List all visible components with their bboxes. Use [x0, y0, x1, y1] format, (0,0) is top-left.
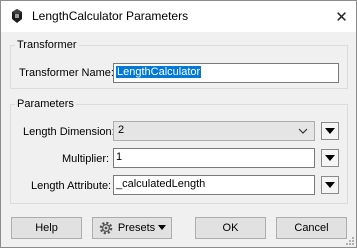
length-attribute-input[interactable]: _calculatedLength — [113, 175, 315, 195]
ok-button[interactable]: OK — [195, 217, 266, 239]
chevron-down-icon — [298, 128, 308, 134]
help-button-label: Help — [35, 222, 58, 234]
close-icon: ✕ — [335, 8, 348, 26]
triangle-down-icon — [325, 128, 335, 134]
length-attribute-menu-button[interactable] — [321, 176, 339, 194]
presets-button-label: Presets — [117, 222, 156, 234]
transformer-name-value: LengthCalculator — [116, 66, 202, 78]
length-dimension-value: 2 — [118, 124, 125, 136]
multiplier-menu-button[interactable] — [321, 149, 339, 167]
cancel-button[interactable]: Cancel — [276, 217, 347, 239]
cancel-button-label: Cancel — [294, 222, 329, 234]
dialog-window: LengthCalculator Parameters ✕ Transforme… — [0, 0, 357, 248]
presets-button[interactable]: Presets — [92, 217, 172, 239]
multiplier-value: 1 — [116, 151, 123, 163]
help-button[interactable]: Help — [11, 217, 82, 239]
parameters-legend: Parameters — [17, 98, 74, 110]
title-bar[interactable]: LengthCalculator Parameters ✕ — [1, 1, 356, 32]
close-button[interactable]: ✕ — [327, 1, 356, 32]
length-dimension-label: Length Dimension: — [23, 126, 115, 138]
window-title: LengthCalculator Parameters — [32, 9, 189, 23]
app-icon — [12, 9, 22, 23]
triangle-down-icon — [325, 155, 335, 161]
length-dimension-select[interactable]: 2 — [113, 121, 315, 141]
transformer-name-input[interactable]: LengthCalculator — [113, 63, 339, 83]
gear-icon — [99, 221, 113, 235]
length-attribute-label: Length Attribute: — [31, 180, 112, 192]
transformer-name-label: Transformer Name: — [19, 67, 114, 79]
length-dimension-menu-button[interactable] — [321, 122, 339, 140]
resize-grip-icon[interactable] — [344, 235, 355, 246]
triangle-down-icon — [325, 182, 335, 188]
ok-button-label: OK — [222, 222, 239, 234]
triangle-down-icon — [158, 225, 167, 230]
length-attribute-value: _calculatedLength — [116, 178, 206, 190]
multiplier-input[interactable]: 1 — [113, 148, 315, 168]
multiplier-label: Multiplier: — [62, 153, 110, 165]
transformer-legend: Transformer — [17, 39, 77, 51]
